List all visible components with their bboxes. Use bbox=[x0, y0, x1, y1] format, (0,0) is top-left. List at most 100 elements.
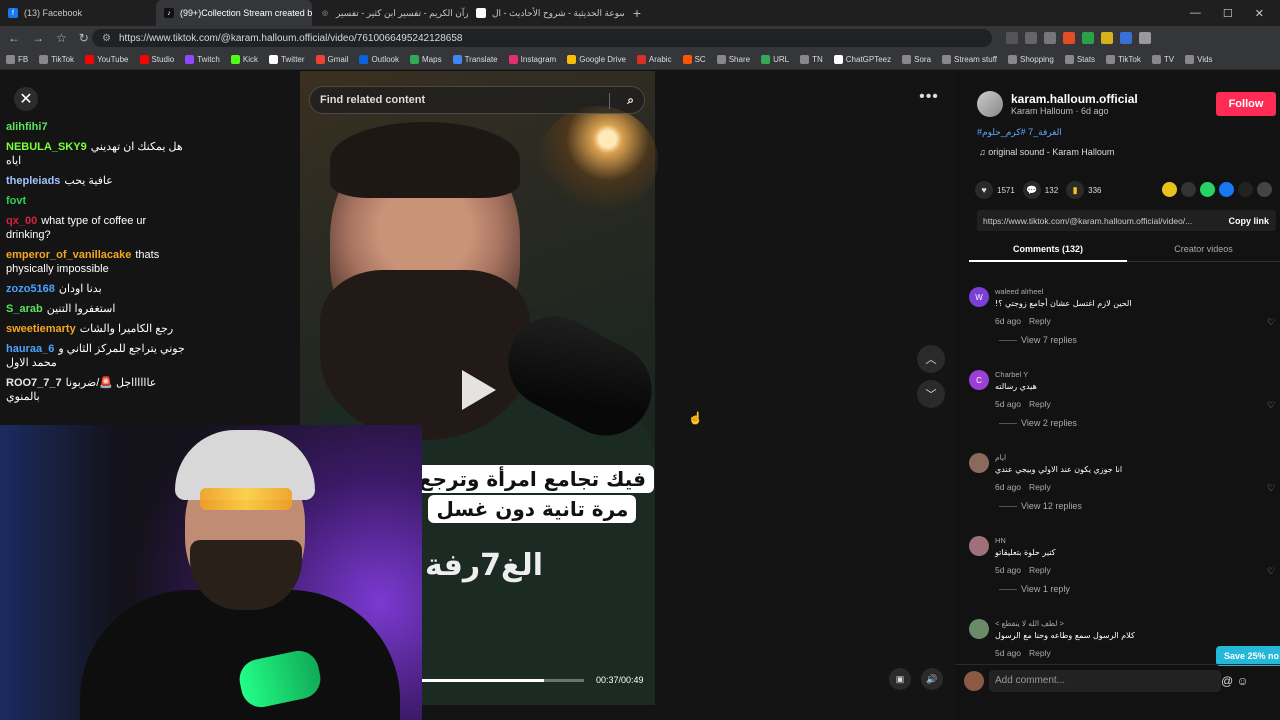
reload-icon[interactable]: ↻ bbox=[79, 31, 89, 45]
avatar[interactable] bbox=[969, 453, 989, 473]
chat-username[interactable]: zozo5168 bbox=[6, 283, 55, 295]
bookmark-item[interactable]: Arabic bbox=[636, 55, 672, 64]
bookmark-item[interactable]: Twitter bbox=[268, 55, 305, 64]
comment-author[interactable]: waleed alrheel bbox=[995, 287, 1043, 296]
chat-username[interactable]: alihfihi7 bbox=[6, 121, 48, 133]
mention-icon[interactable]: @ ☺ bbox=[1221, 674, 1249, 688]
mini-player-icon[interactable]: ▣ bbox=[889, 668, 911, 690]
bookmark-item[interactable]: Translate bbox=[452, 55, 498, 64]
bookmark-item[interactable]: Share bbox=[716, 55, 750, 64]
reply-button[interactable]: Reply bbox=[1029, 316, 1051, 326]
bookmark-item[interactable]: Stats bbox=[1064, 55, 1095, 64]
like-comment-icon[interactable]: ♡ bbox=[1267, 566, 1275, 577]
search-icon[interactable]: ⌕ bbox=[627, 93, 634, 108]
bookmark-item[interactable]: TN bbox=[800, 55, 823, 64]
view-replies-button[interactable]: View 12 replies bbox=[999, 501, 1082, 511]
bookmark-item[interactable]: URL bbox=[761, 55, 789, 64]
bookmark-item[interactable]: Studio bbox=[139, 55, 174, 64]
chat-username[interactable]: hauraa_6 bbox=[6, 343, 54, 355]
bookmark-item[interactable]: ChatGPTeez bbox=[833, 55, 891, 64]
chat-username[interactable]: emperor_of_vanillacake bbox=[6, 249, 131, 261]
add-comment-input[interactable]: Add comment... bbox=[989, 670, 1221, 692]
reply-button[interactable]: Reply bbox=[1029, 648, 1051, 658]
url-bar[interactable]: ⚙ https://www.tiktok.com/@karam.halloum.… bbox=[92, 29, 992, 47]
promo-banner[interactable]: Save 25% no bbox=[1216, 646, 1280, 666]
like-stat[interactable]: ♥ 1571 bbox=[975, 181, 1015, 199]
reply-button[interactable]: Reply bbox=[1029, 399, 1051, 409]
avatar[interactable] bbox=[969, 536, 989, 556]
save-stat[interactable]: ▮ 336 bbox=[1066, 181, 1102, 199]
bookmark-item[interactable]: FB bbox=[6, 55, 28, 64]
reply-button[interactable]: Reply bbox=[1029, 482, 1051, 492]
forward-icon[interactable]: → bbox=[32, 31, 44, 45]
follow-button[interactable]: Follow bbox=[1216, 92, 1276, 116]
tab-creator-videos[interactable]: Creator videos bbox=[1127, 244, 1280, 254]
bookmark-item[interactable]: Twitch bbox=[185, 55, 220, 64]
bookmark-item[interactable]: Sora bbox=[902, 55, 931, 64]
copy-link-button[interactable]: Copy link bbox=[1228, 216, 1276, 226]
more-options-icon[interactable]: ••• bbox=[915, 87, 943, 111]
extension-icon[interactable] bbox=[1101, 32, 1113, 44]
comment-author[interactable]: HN bbox=[995, 536, 1006, 545]
bookmark-item[interactable]: Vids bbox=[1185, 55, 1213, 64]
site-info-icon[interactable]: ⚙ bbox=[102, 33, 111, 44]
chat-username[interactable]: qx_00 bbox=[6, 215, 37, 227]
chat-username[interactable]: ROO7_7_7 bbox=[6, 377, 62, 389]
extension-icon[interactable] bbox=[1120, 32, 1132, 44]
maximize-icon[interactable]: ☐ bbox=[1223, 7, 1233, 20]
bookmark-item[interactable]: Kick bbox=[230, 55, 258, 64]
bookmark-item[interactable]: Gmail bbox=[315, 55, 348, 64]
bookmark-item[interactable]: Shopping bbox=[1008, 55, 1054, 64]
bookmark-item[interactable]: Instagram bbox=[508, 55, 556, 64]
comment-author[interactable]: ايام bbox=[995, 453, 1006, 462]
video-progress-bar[interactable] bbox=[422, 679, 584, 682]
comment-stat[interactable]: 💬 132 bbox=[1022, 181, 1058, 199]
whatsapp-icon[interactable] bbox=[1200, 182, 1215, 197]
reply-button[interactable]: Reply bbox=[1029, 565, 1051, 575]
browser-tab-tiktok[interactable]: ♪ (99+)Collection Stream created by ✕ bbox=[156, 0, 312, 26]
play-icon[interactable] bbox=[462, 370, 496, 410]
comment-author[interactable]: Charbel Y bbox=[995, 370, 1028, 379]
avatar[interactable] bbox=[969, 619, 989, 639]
bookmark-item[interactable]: TikTok bbox=[1106, 55, 1141, 64]
view-replies-button[interactable]: View 7 replies bbox=[999, 335, 1077, 345]
extension-icon[interactable] bbox=[1063, 32, 1075, 44]
extension-icon[interactable] bbox=[1082, 32, 1094, 44]
new-tab-button[interactable]: + bbox=[624, 5, 650, 21]
extension-icon[interactable] bbox=[1139, 32, 1151, 44]
browser-tab-facebook[interactable]: f (13) Facebook bbox=[0, 0, 156, 26]
bookmark-icon[interactable]: ☆ bbox=[56, 31, 67, 45]
close-icon[interactable]: ✕ bbox=[14, 87, 38, 111]
share-arrow-icon[interactable] bbox=[1257, 182, 1272, 197]
avatar[interactable]: C bbox=[969, 370, 989, 390]
find-related-search[interactable]: Find related content ⌕ bbox=[309, 86, 645, 114]
author-username[interactable]: karam.halloum.official bbox=[1011, 92, 1138, 106]
bookmark-item[interactable]: Google Drive bbox=[567, 55, 626, 64]
extension-icon[interactable] bbox=[1025, 32, 1037, 44]
extension-icon[interactable] bbox=[1006, 32, 1018, 44]
chat-username[interactable]: sweetiemarty bbox=[6, 323, 76, 335]
view-replies-button[interactable]: View 2 replies bbox=[999, 418, 1077, 428]
next-video-icon[interactable]: ﹀ bbox=[917, 380, 945, 408]
chat-username[interactable]: S_arab bbox=[6, 303, 43, 315]
close-window-icon[interactable]: ✕ bbox=[1255, 7, 1264, 20]
bookmark-item[interactable]: YouTube bbox=[85, 55, 129, 64]
previous-video-icon[interactable]: ︿ bbox=[917, 345, 945, 373]
comment-author[interactable]: < لطف الله لا ينقطع > bbox=[995, 619, 1064, 628]
view-replies-button[interactable]: View 1 reply bbox=[999, 584, 1070, 594]
back-icon[interactable]: ← bbox=[8, 31, 20, 45]
browser-tab-quran[interactable]: ◎ القرآن الكريم - تفسير ابن كثير - تفسير bbox=[312, 0, 468, 26]
post-hashtags[interactable]: #الغرفة_7 #كرم_حلوم bbox=[977, 127, 1062, 138]
sound-info[interactable]: ♫ original sound - Karam Halloum bbox=[979, 147, 1114, 157]
bookmark-item[interactable]: SC bbox=[682, 55, 706, 64]
chat-username[interactable]: NEBULA_SKY9 bbox=[6, 141, 87, 153]
avatar[interactable] bbox=[977, 91, 1003, 117]
avatar[interactable]: W bbox=[969, 287, 989, 307]
browser-tab-hadith[interactable]: الموسوعة الحديثية - شروح الأحاديث - ال bbox=[468, 0, 624, 26]
bookmark-item[interactable]: TV bbox=[1151, 55, 1174, 64]
chat-username[interactable]: fovt bbox=[6, 195, 26, 207]
share-coin-icon[interactable] bbox=[1162, 182, 1177, 197]
volume-icon[interactable]: 🔊 bbox=[921, 668, 943, 690]
x-share-icon[interactable] bbox=[1238, 182, 1253, 197]
facebook-share-icon[interactable] bbox=[1219, 182, 1234, 197]
